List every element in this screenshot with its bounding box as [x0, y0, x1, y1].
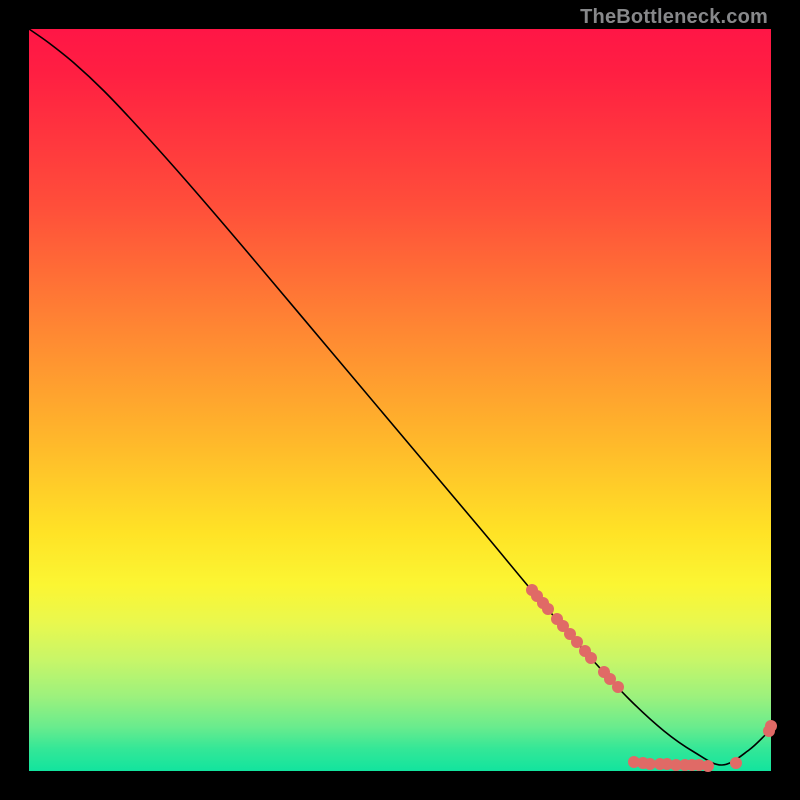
data-marker [571, 636, 583, 648]
data-marker [542, 603, 554, 615]
data-marker [765, 720, 777, 732]
marker-group [526, 584, 777, 772]
bottleneck-curve [29, 29, 771, 765]
watermark-label: TheBottleneck.com [580, 6, 768, 29]
data-marker [585, 652, 597, 664]
data-marker [730, 757, 742, 769]
data-marker [702, 760, 714, 772]
chart-container: TheBottleneck.com [0, 0, 800, 800]
chart-overlay [29, 29, 771, 771]
data-marker [612, 681, 624, 693]
